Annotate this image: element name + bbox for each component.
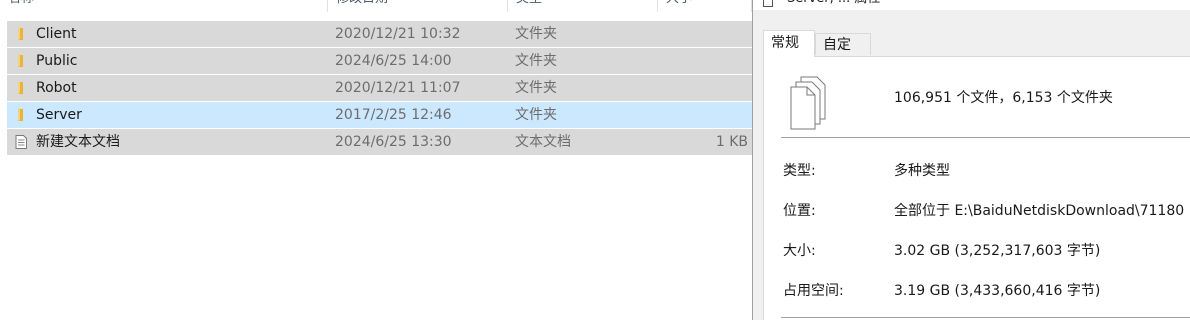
file-name: Public — [36, 53, 78, 69]
file-name: Client — [36, 26, 77, 42]
file-type: 文本文档 — [515, 134, 571, 150]
file-row-robot[interactable]: Robot 2020/12/21 11:07 文件夹 — [7, 75, 752, 101]
divider — [781, 317, 1190, 318]
column-header-type[interactable]: 类型 — [508, 0, 658, 12]
file-row-public[interactable]: Public 2024/6/25 14:00 文件夹 — [7, 48, 752, 74]
file-size — [607, 48, 748, 74]
type-label: 类型: — [783, 163, 816, 179]
dialog-title: Server, ... 属性 — [787, 0, 880, 10]
size-value: 3.02 GB (3,252,317,603 字节) — [894, 243, 1101, 259]
tab-custom[interactable]: 自定义 — [815, 33, 871, 75]
file-date: 2017/2/25 12:46 — [335, 107, 452, 123]
file-name: Robot — [36, 80, 77, 96]
file-date: 2020/12/21 11:07 — [335, 80, 461, 96]
selection-summary: 106,951 个文件，6,153 个文件夹 — [894, 90, 1113, 106]
file-type: 文件夹 — [515, 80, 557, 96]
file-size — [607, 102, 748, 128]
type-value: 多种类型 — [894, 163, 950, 179]
file-row-server[interactable]: Server 2017/2/25 12:46 文件夹 — [7, 102, 752, 128]
folder-icon — [14, 54, 28, 68]
file-date: 2020/12/21 10:32 — [335, 26, 461, 42]
screen: 名称 修改日期 类型 大小 Client 2020/12/21 10:32 文件… — [0, 0, 1190, 320]
file-type: 文件夹 — [515, 107, 557, 123]
general-tab-panel: 106,951 个文件，6,153 个文件夹 类型: 多种类型 位置: 全部位于… — [763, 56, 1190, 320]
file-size — [607, 21, 748, 47]
dialog-title-bar[interactable]: Server, ... 属性 — [753, 0, 1190, 10]
column-header-name[interactable]: 名称 — [0, 0, 328, 12]
column-header-row: 名称 修改日期 类型 大小 — [0, 0, 752, 12]
file-name: 新建文本文档 — [36, 134, 120, 150]
multiple-files-icon — [787, 75, 831, 131]
properties-dialog: Server, ... 属性 常规 自定义 106,951 个文件，6,153 … — [752, 0, 1190, 320]
file-date: 2024/6/25 14:00 — [335, 53, 452, 69]
file-row-client[interactable]: Client 2020/12/21 10:32 文件夹 — [7, 21, 752, 47]
folder-icon — [14, 108, 28, 122]
location-value: 全部位于 E:\BaiduNetdiskDownload\71180 — [894, 203, 1185, 219]
size-label: 大小: — [783, 243, 816, 259]
file-row-text-document[interactable]: 新建文本文档 2024/6/25 13:30 文本文档 1 KB — [7, 129, 752, 155]
tab-general[interactable]: 常规 — [763, 30, 815, 57]
file-type: 文件夹 — [515, 53, 557, 69]
divider — [781, 137, 1190, 138]
folder-icon — [14, 27, 28, 41]
size-on-disk-label: 占用空间: — [783, 283, 844, 299]
location-label: 位置: — [783, 203, 816, 219]
document-icon — [762, 0, 774, 7]
folder-icon — [14, 81, 28, 95]
size-on-disk-value: 3.19 GB (3,433,660,416 字节) — [894, 283, 1101, 299]
file-size — [607, 75, 748, 101]
file-type: 文件夹 — [515, 26, 557, 42]
file-size: 1 KB — [715, 134, 748, 150]
column-header-date[interactable]: 修改日期 — [328, 0, 508, 12]
column-header-size[interactable]: 大小 — [658, 0, 752, 12]
text-file-icon — [14, 135, 28, 149]
file-list: Client 2020/12/21 10:32 文件夹 Public 2024/… — [7, 21, 752, 156]
file-name: Server — [36, 107, 82, 123]
file-explorer-pane: 名称 修改日期 类型 大小 Client 2020/12/21 10:32 文件… — [0, 0, 752, 320]
file-date: 2024/6/25 13:30 — [335, 134, 452, 150]
